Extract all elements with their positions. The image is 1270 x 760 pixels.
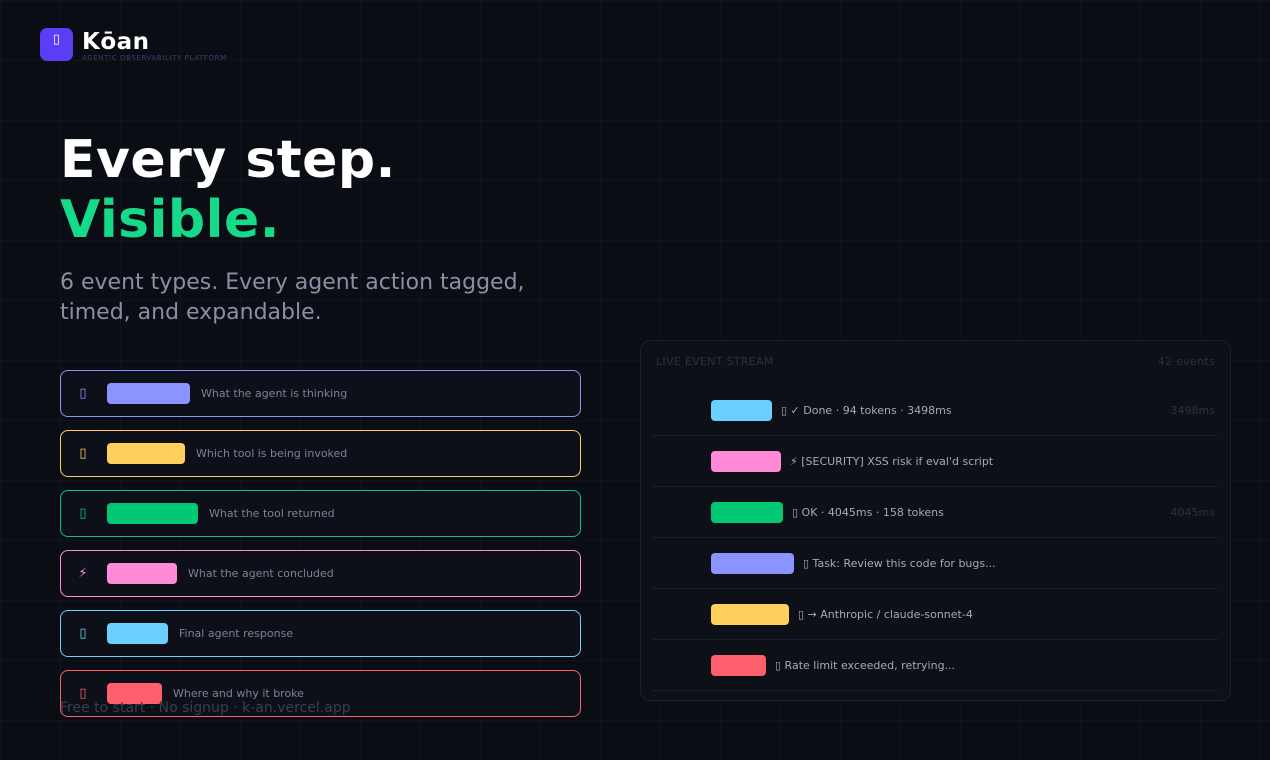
event-type-description: What the tool returned	[209, 507, 335, 520]
event-stream-row[interactable]: ⚡ [SECURITY] XSS risk if eval'd script	[653, 436, 1218, 487]
event-type-pill	[107, 443, 185, 464]
event-type-row[interactable]: ▯ What the agent is thinking	[60, 370, 581, 417]
result-icon: ▯	[79, 506, 87, 521]
event-type-description: What the agent is thinking	[201, 387, 348, 400]
event-type-pill	[107, 563, 177, 584]
event-type-description: Where and why it broke	[173, 687, 304, 700]
event-type-description: Final agent response	[179, 627, 294, 640]
event-type-list: ▯ What the agent is thinking ▯ Which tool i…	[60, 370, 581, 730]
stream-event-count: 42 events	[1157, 355, 1215, 368]
event-stream-row[interactable]: ▯ → Anthropic / claude-sonnet-4	[653, 589, 1218, 640]
event-pill	[711, 450, 781, 472]
event-type-description: Which tool is being invoked	[196, 447, 348, 460]
event-pill	[711, 501, 783, 523]
event-type-row[interactable]: ▯ What the tool returned	[60, 490, 581, 537]
hero-line-2: Visible.	[60, 190, 280, 250]
hero-headline: Every step. Visible.	[60, 130, 396, 250]
event-stream-row[interactable]: ▯ Task: Review this code for bugs...	[653, 538, 1218, 589]
hero-subtitle: 6 event types. Every agent action tagged…	[60, 270, 525, 325]
event-type-row[interactable]: ⚡ What the agent concluded	[60, 550, 581, 597]
event-type-pill	[107, 503, 198, 524]
event-type-pill	[107, 623, 168, 644]
event-duration: 4045ms	[1170, 505, 1215, 519]
stream-title: LIVE EVENT STREAM	[656, 355, 774, 368]
event-stream-row[interactable]: ▯ OK · 4045ms · 158 tokens 4045ms	[653, 487, 1218, 538]
event-type-pill	[107, 383, 190, 404]
error-icon: ▯	[79, 686, 87, 701]
event-stream-list: ▯ ✓ Done · 94 tokens · 3498ms 3498ms ⚡ [SE…	[653, 385, 1218, 691]
event-pill	[711, 603, 789, 625]
thought-icon: ▯	[79, 386, 87, 401]
hero-line-1: Every step.	[60, 130, 396, 190]
event-duration: 3498ms	[1170, 403, 1215, 417]
event-type-description: What the agent concluded	[188, 567, 334, 580]
lightning-icon: ⚡	[78, 566, 88, 581]
event-text: ▯ OK · 4045ms · 158 tokens	[792, 505, 944, 519]
event-text: ▯ → Anthropic / claude-sonnet-4	[798, 607, 973, 621]
live-event-stream-panel: LIVE EVENT STREAM 42 events ▯ ✓ Done · 9…	[640, 340, 1231, 701]
event-text: ▯ Task: Review this code for bugs...	[803, 556, 996, 570]
tool-icon: ▯	[79, 446, 87, 461]
event-pill	[711, 552, 794, 574]
footer-note: Free to start · No signup · k-an.vercel.…	[60, 700, 351, 716]
brand-name: Kōan	[82, 29, 150, 55]
response-icon: ▯	[79, 626, 87, 641]
event-text: ▯ Rate limit exceeded, retrying...	[775, 658, 956, 672]
event-pill	[711, 399, 772, 421]
event-pill	[711, 654, 766, 676]
event-type-row[interactable]: ▯ Which tool is being invoked	[60, 430, 581, 477]
logo-icon: ▯	[40, 28, 73, 61]
event-text: ⚡ [SECURITY] XSS risk if eval'd script	[790, 454, 994, 468]
event-text: ▯ ✓ Done · 94 tokens · 3498ms	[781, 403, 952, 417]
event-stream-row[interactable]: ▯ Rate limit exceeded, retrying...	[653, 640, 1218, 691]
event-type-row[interactable]: ▯ Final agent response	[60, 610, 581, 657]
brand-logo[interactable]: ▯ Kōan AGENTIC OBSERVABILITY PLATFORM	[40, 28, 227, 62]
brand-tagline: AGENTIC OBSERVABILITY PLATFORM	[82, 54, 227, 62]
event-stream-row[interactable]: ▯ ✓ Done · 94 tokens · 3498ms 3498ms	[653, 385, 1218, 436]
